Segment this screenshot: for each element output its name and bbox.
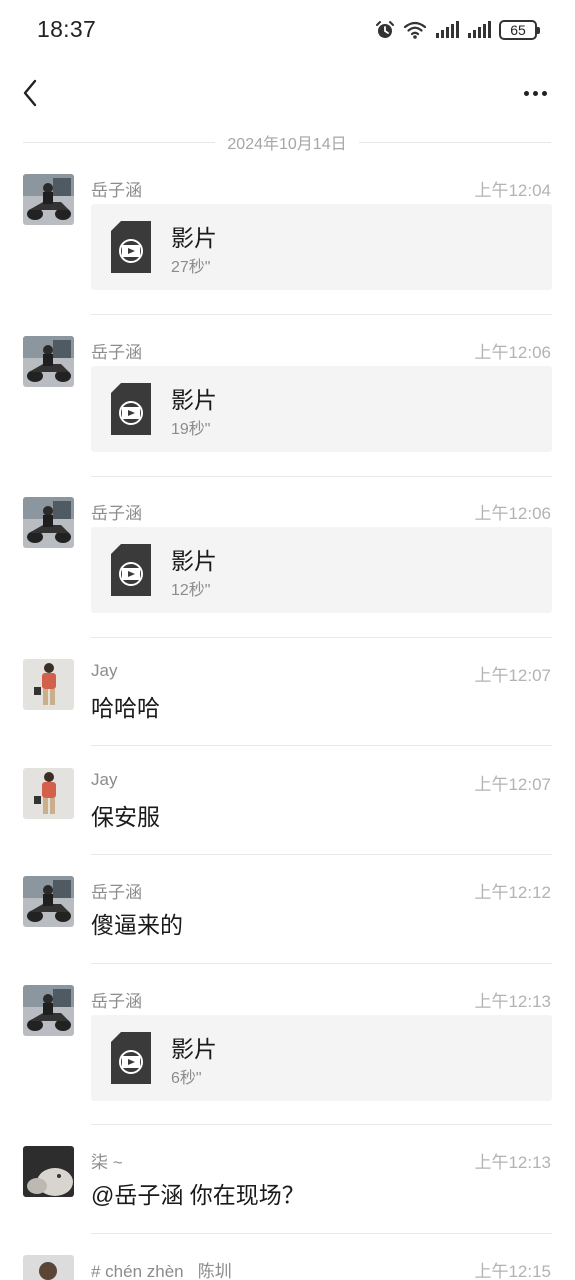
- message-text: @岳子涵 你在现场？: [91, 1182, 305, 1208]
- video-file-icon: [111, 544, 151, 596]
- video-attachment[interactable]: 影片 12秒": [91, 527, 552, 613]
- video-duration: 6秒": [171, 1070, 202, 1087]
- video-title: 影片: [171, 387, 217, 413]
- video-attachment[interactable]: 影片 19秒": [91, 366, 552, 452]
- chevron-left-icon: [23, 79, 37, 107]
- date-text: 2024年10月14日: [227, 136, 347, 153]
- avatar[interactable]: [23, 497, 74, 548]
- message-time: 上午12:06: [474, 343, 551, 362]
- status-bar: 18:37 65: [0, 0, 575, 60]
- message-separator: [91, 1233, 552, 1234]
- message-time: 上午12:15: [474, 1262, 551, 1280]
- message-time: 上午12:13: [474, 992, 551, 1011]
- message-time: 上午12:04: [474, 181, 551, 200]
- video-duration: 27秒": [171, 259, 211, 276]
- sender-name: Jay: [91, 661, 118, 680]
- video-file-icon: [111, 383, 151, 435]
- video-attachment[interactable]: 影片 27秒": [91, 204, 552, 290]
- more-button[interactable]: [519, 78, 551, 108]
- sender-name: # chén zhèn 陈圳: [91, 1262, 232, 1280]
- sender-name: 岳子涵: [91, 343, 142, 362]
- avatar[interactable]: [23, 336, 74, 387]
- message-time: 上午12:07: [474, 666, 551, 685]
- video-file-icon: [111, 221, 151, 273]
- date-divider: 2024年10月14日: [23, 128, 552, 156]
- video-duration: 19秒": [171, 421, 211, 438]
- video-title: 影片: [171, 548, 217, 574]
- message-separator: [91, 745, 552, 746]
- battery-level: 65: [510, 22, 526, 38]
- message-text: 保安服: [91, 804, 160, 830]
- message-separator: [91, 963, 552, 964]
- message-separator: [91, 1124, 552, 1125]
- message-separator: [91, 314, 552, 315]
- sender-name: 岳子涵: [91, 181, 142, 200]
- message-separator: [91, 637, 552, 638]
- divider-line: [358, 141, 552, 143]
- more-horizontal-icon: [523, 90, 529, 96]
- avatar[interactable]: [23, 985, 74, 1036]
- message-time: 上午12:07: [474, 775, 551, 794]
- status-time: 18:37: [37, 16, 97, 42]
- avatar[interactable]: [23, 768, 74, 819]
- video-attachment[interactable]: 影片 6秒": [91, 1015, 552, 1101]
- message-separator: [91, 476, 552, 477]
- sender-name: Jay: [91, 770, 118, 789]
- video-title: 影片: [171, 225, 217, 251]
- message-time: 上午12:13: [474, 1153, 551, 1172]
- video-file-icon: [111, 1032, 151, 1084]
- nav-bar: [0, 64, 575, 120]
- avatar[interactable]: [23, 876, 74, 927]
- divider-line: [23, 141, 216, 143]
- sender-name: 岳子涵: [91, 504, 142, 523]
- avatar[interactable]: [23, 659, 74, 710]
- sender-name: 柒 ~: [91, 1153, 123, 1172]
- avatar[interactable]: [23, 174, 74, 225]
- message-text: 傻逼来的: [91, 912, 183, 938]
- sender-name: 岳子涵: [91, 883, 142, 902]
- sender-name: 岳子涵: [91, 992, 142, 1011]
- status-icons: 65: [375, 18, 540, 42]
- video-title: 影片: [171, 1036, 217, 1062]
- video-duration: 12秒": [171, 582, 211, 599]
- message-separator: [91, 854, 552, 855]
- alarm-icon: [376, 21, 394, 38]
- message-text: 哈哈哈: [91, 695, 160, 721]
- battery-icon: 65: [499, 20, 540, 40]
- signal-icon: [436, 21, 459, 38]
- avatar[interactable]: [23, 1255, 74, 1280]
- wifi-icon: [403, 21, 427, 39]
- back-button[interactable]: [16, 76, 44, 110]
- signal-icon: [468, 21, 491, 38]
- message-time: 上午12:06: [474, 504, 551, 523]
- avatar[interactable]: [23, 1146, 74, 1197]
- message-time: 上午12:12: [474, 883, 551, 902]
